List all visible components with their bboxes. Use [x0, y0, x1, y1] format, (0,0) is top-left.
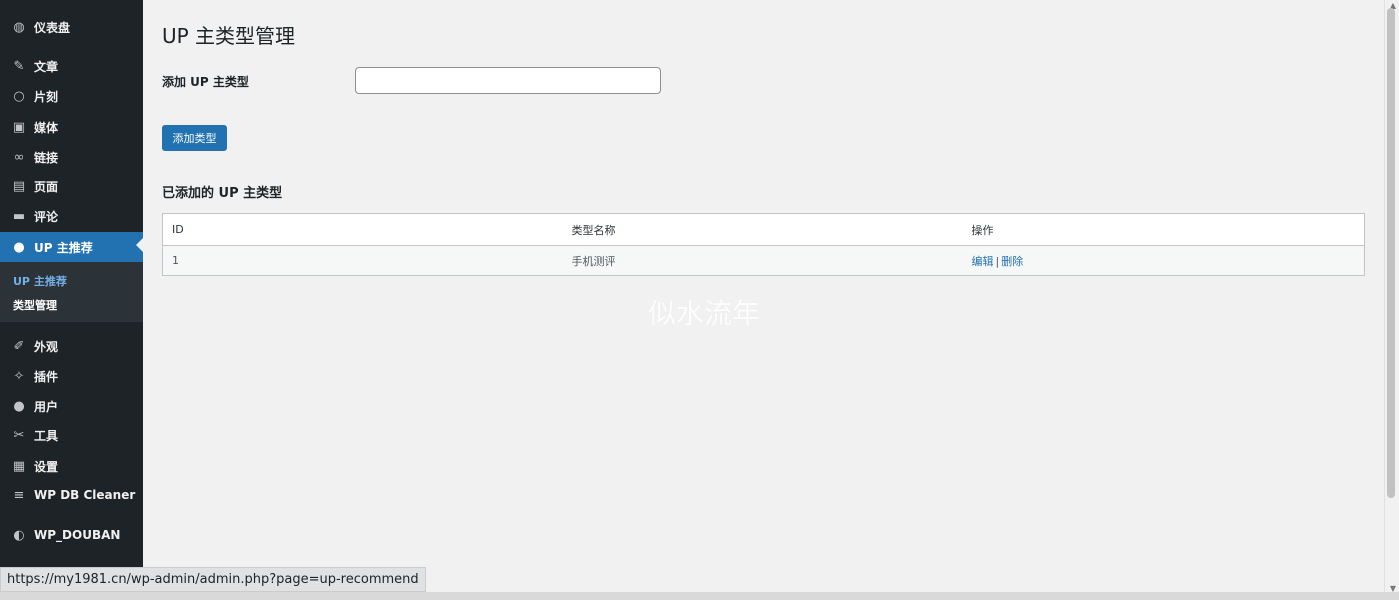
sidebar-item-label: 评论 — [34, 209, 59, 224]
column-header-type-name: 类型名称 — [562, 213, 963, 246]
sidebar-item-label: 文章 — [34, 59, 59, 74]
sidebar-item-label: WP DB Cleaner — [34, 488, 136, 502]
added-types-heading: 已添加的 UP 主类型 — [162, 186, 283, 201]
sidebar-item-label: 页面 — [34, 179, 59, 194]
sidebar-item-label: 用户 — [34, 399, 59, 414]
comment-icon: ▬ — [12, 208, 26, 224]
edit-link[interactable]: 编辑 — [972, 255, 994, 268]
user-icon: ● — [13, 239, 25, 255]
users-icon: ● — [13, 398, 25, 414]
window-bottom-edge — [0, 592, 1399, 600]
sidebar-item-label: 设置 — [34, 459, 59, 474]
douban-icon: ◐ — [13, 527, 25, 543]
wrench-icon: ✂ — [13, 427, 25, 443]
cell-actions: 编辑 | 删除 — [962, 245, 1365, 276]
link-icon: ∞ — [13, 149, 25, 165]
plugin-icon: ✧ — [13, 368, 25, 384]
sidebar-item-label: WP_DOUBAN — [34, 528, 121, 542]
sidebar-item-appearance[interactable]: ✐ 外观 — [0, 333, 143, 359]
sidebar-item-label: 外观 — [34, 339, 59, 354]
sidebar-item-label: 链接 — [34, 150, 59, 165]
sidebar-item-posts[interactable]: ✎ 文章 — [0, 53, 143, 79]
add-type-button[interactable]: 添加类型 — [162, 125, 227, 151]
settings-icon: ▦ — [12, 458, 26, 474]
sidebar-item-label: 仪表盘 — [34, 20, 71, 35]
sidebar-item-label: UP 主推荐 — [34, 240, 93, 255]
appearance-icon: ✐ — [13, 338, 25, 354]
pin-icon: ✎ — [13, 58, 25, 74]
cell-id: 1 — [162, 245, 563, 276]
media-icon: ▣ — [12, 119, 26, 135]
dashboard-icon: ◍ — [13, 19, 25, 35]
sidebar-submenu: UP 主推荐 类型管理 — [0, 262, 143, 322]
page-title: UP 主类型管理 — [162, 24, 296, 48]
sidebar-item-label: 媒体 — [34, 120, 59, 135]
column-header-actions: 操作 — [962, 213, 1365, 246]
sidebar-item-label: 片刻 — [34, 89, 59, 104]
sidebar-item-tools[interactable]: ✂ 工具 — [0, 422, 143, 448]
cell-type-name: 手机测评 — [562, 245, 963, 276]
sidebar-item-wp-douban[interactable]: ◐ WP_DOUBAN — [0, 522, 143, 548]
sidebar-item-pages[interactable]: ▤ 页面 — [0, 173, 143, 199]
submenu-item-type-management[interactable]: 类型管理 — [13, 297, 57, 313]
table-header-row: ID 类型名称 操作 — [162, 213, 1365, 246]
action-separator: | — [995, 254, 1000, 268]
sidebar-item-users[interactable]: ● 用户 — [0, 393, 143, 419]
submenu-item-up-recommend[interactable]: UP 主推荐 — [13, 273, 67, 289]
sidebar-item-media[interactable]: ▣ 媒体 — [0, 114, 143, 140]
sidebar-item-comments[interactable]: ▬ 评论 — [0, 203, 143, 229]
delete-link[interactable]: 删除 — [1001, 255, 1023, 268]
circle-icon: ○ — [13, 88, 25, 104]
sidebar-item-moments[interactable]: ○ 片刻 — [0, 83, 143, 109]
column-header-id: ID — [162, 213, 563, 246]
sidebar-item-plugins[interactable]: ✧ 插件 — [0, 363, 143, 389]
types-table: ID 类型名称 操作 1 手机测评 编辑 | 删除 — [162, 213, 1365, 276]
pages-icon: ▤ — [12, 178, 26, 194]
add-type-label: 添加 UP 主类型 — [162, 75, 249, 89]
sidebar-item-up-recommend[interactable]: ● UP 主推荐 — [0, 232, 143, 262]
table-row: 1 手机测评 编辑 | 删除 — [162, 245, 1365, 276]
sidebar-item-label: 插件 — [34, 369, 59, 384]
sidebar-item-settings[interactable]: ▦ 设置 — [0, 453, 143, 479]
sidebar-item-label: 工具 — [34, 428, 59, 443]
scrollbar-thumb[interactable] — [1387, 8, 1395, 498]
watermark: 似水流年 — [648, 297, 761, 330]
sidebar-item-links[interactable]: ∞ 链接 — [0, 144, 143, 170]
status-bar-url: https://my1981.cn/wp-admin/admin.php?pag… — [0, 567, 426, 592]
admin-sidebar: ◍ 仪表盘 ✎ 文章 ○ 片刻 ▣ 媒体 ∞ 链接 ▤ 页面 ▬ 评论 ● UP… — [0, 0, 143, 600]
sidebar-item-dashboard[interactable]: ◍ 仪表盘 — [0, 14, 143, 40]
database-icon: ≡ — [13, 487, 25, 503]
type-name-input[interactable] — [355, 67, 661, 94]
sidebar-item-wp-db-cleaner[interactable]: ≡ WP DB Cleaner — [0, 482, 143, 508]
page-scrollbar[interactable]: ▲ ▼ — [1384, 0, 1399, 594]
